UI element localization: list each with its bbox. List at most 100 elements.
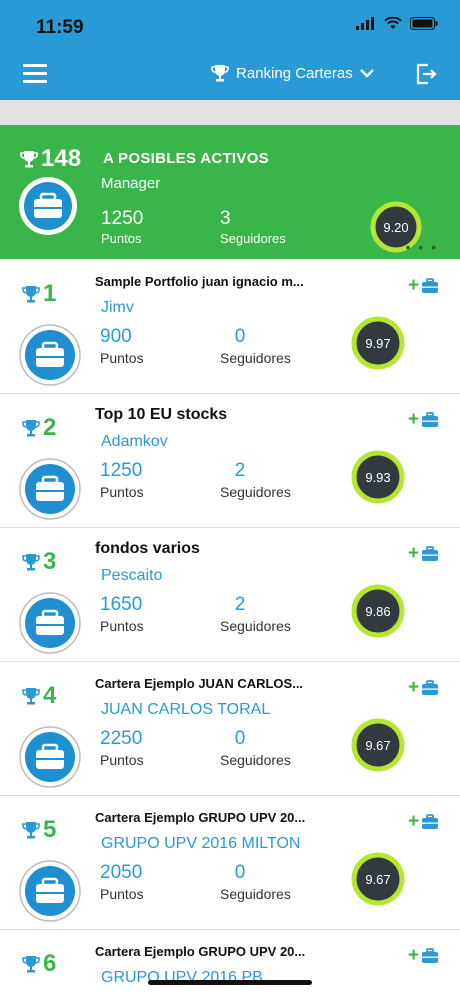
briefcase-icon (422, 411, 439, 427)
nav-title: Ranking Carteras (236, 64, 353, 82)
followers-value: 0 (234, 862, 246, 883)
score-value: 9.86 (365, 604, 390, 619)
portfolio-avatar (19, 592, 81, 659)
portfolio-avatar (19, 324, 81, 391)
portfolio-owner[interactable]: GRUPO UPV 2016 MILTON (101, 835, 300, 853)
followers: 0 Seguidores (220, 326, 291, 366)
points: 1250 Puntos (100, 460, 144, 500)
portfolio-avatar (19, 458, 81, 525)
my-portfolio-title: A POSIBLES ACTIVOS (103, 150, 269, 167)
briefcase-icon (19, 177, 77, 235)
points-label: Puntos (100, 484, 144, 500)
points-label: Puntos (100, 350, 144, 366)
briefcase-icon (422, 545, 439, 561)
points: 2050 Puntos (100, 862, 144, 902)
add-portfolio-button[interactable]: + (408, 678, 439, 697)
my-rank: 148 (19, 145, 81, 173)
plus-icon: + (408, 409, 420, 430)
ranking-dropdown[interactable]: Ranking Carteras (210, 63, 375, 83)
points: 2250 Puntos (100, 728, 144, 768)
briefcase-icon (19, 324, 81, 386)
briefcase-icon (19, 860, 81, 922)
rank-number: 6 (43, 950, 57, 977)
plus-icon: + (408, 945, 420, 966)
followers-value: 0 (234, 326, 246, 347)
points-value: 2050 (100, 862, 143, 883)
portfolio-owner[interactable]: Adamkov (101, 433, 168, 451)
home-indicator[interactable] (148, 980, 312, 985)
points-value: 1650 (100, 594, 143, 615)
followers-label: Seguidores (220, 484, 291, 500)
plus-icon: + (408, 677, 420, 698)
briefcase-icon (422, 947, 439, 963)
rank: 4 (21, 682, 56, 710)
portfolio-avatar (18, 176, 78, 241)
my-followers-label: Seguidores (220, 231, 286, 246)
trophy-icon (22, 420, 40, 437)
plus-icon: + (408, 275, 420, 296)
ranking-row[interactable]: 6 Cartera Ejemplo GRUPO UPV 20... GRUPO … (0, 930, 460, 996)
points-value: 2250 (100, 728, 143, 749)
wifi-icon (384, 17, 402, 29)
portfolio-avatar (19, 726, 81, 793)
chevron-down-icon (359, 69, 374, 78)
rank: 1 (21, 280, 56, 308)
ranking-row[interactable]: 4 Cartera Ejemplo JUAN CARLOS... JUAN CA… (0, 662, 460, 796)
add-portfolio-button[interactable]: + (408, 946, 439, 965)
portfolio-title: Cartera Ejemplo JUAN CARLOS... (95, 676, 304, 691)
score-value: 9.97 (365, 336, 390, 351)
add-portfolio-button[interactable]: + (408, 544, 439, 563)
score-value: 9.93 (365, 470, 390, 485)
portfolio-owner[interactable]: Jimv (101, 299, 134, 317)
followers-value: 2 (234, 460, 246, 481)
add-portfolio-button[interactable]: + (408, 410, 439, 429)
spacer-band (0, 100, 460, 125)
trophy-icon (22, 956, 40, 973)
portfolio-title: Cartera Ejemplo GRUPO UPV 20... (95, 944, 306, 959)
portfolio-avatar (19, 860, 81, 927)
my-portfolio-card[interactable]: 148 A POSIBLES ACTIVOS Manager 1250 Punt… (0, 125, 460, 259)
portfolio-owner[interactable]: JUAN CARLOS TORAL (101, 701, 270, 719)
followers: 0 Seguidores (220, 862, 291, 902)
portfolio-owner[interactable]: Pescaito (101, 567, 162, 585)
more-options-icon[interactable]: • • • (406, 239, 438, 255)
add-portfolio-button[interactable]: + (408, 276, 439, 295)
my-portfolio-owner: Manager (101, 175, 161, 192)
my-points: 1250 Puntos (101, 208, 143, 246)
ranking-row[interactable]: 1 Sample Portfolio juan ignacio m... Jim… (0, 260, 460, 394)
plus-icon: + (408, 543, 420, 564)
points: 900 Puntos (100, 326, 144, 366)
status-bar: 11:59 (0, 0, 460, 50)
ranking-row[interactable]: 2 Top 10 EU stocks Adamkov + 1250 Puntos… (0, 394, 460, 528)
score-badge: 9.67 (351, 852, 405, 906)
points-label: Puntos (100, 886, 144, 902)
rank-number: 1 (43, 280, 57, 307)
logout-icon[interactable] (414, 62, 438, 86)
ranking-row[interactable]: 3 fondos varios Pescaito + 1650 Puntos 2… (0, 528, 460, 662)
portfolio-title: Sample Portfolio juan ignacio m... (95, 274, 304, 289)
rank-number: 2 (43, 414, 57, 441)
portfolio-title: Top 10 EU stocks (95, 406, 228, 423)
rank-number: 5 (43, 816, 57, 843)
followers-label: Seguidores (220, 752, 291, 768)
trophy-icon (22, 688, 40, 705)
rank: 5 (21, 816, 56, 844)
briefcase-icon (19, 592, 81, 654)
followers-label: Seguidores (220, 350, 291, 366)
menu-icon[interactable] (23, 64, 47, 84)
plus-icon: + (408, 811, 420, 832)
score-badge: 9.97 (351, 316, 405, 370)
rank: 2 (21, 414, 56, 442)
points-label: Puntos (100, 618, 144, 634)
ranking-row[interactable]: 5 Cartera Ejemplo GRUPO UPV 20... GRUPO … (0, 796, 460, 930)
add-portfolio-button[interactable]: + (408, 812, 439, 831)
briefcase-icon (422, 813, 439, 829)
rank-number: 3 (43, 548, 57, 575)
my-points-label: Puntos (101, 231, 142, 246)
briefcase-icon (19, 726, 81, 788)
my-score-value: 9.20 (383, 220, 408, 235)
trophy-icon (22, 822, 40, 839)
trophy-icon (22, 286, 40, 303)
points-label: Puntos (100, 752, 144, 768)
battery-icon (410, 17, 438, 30)
